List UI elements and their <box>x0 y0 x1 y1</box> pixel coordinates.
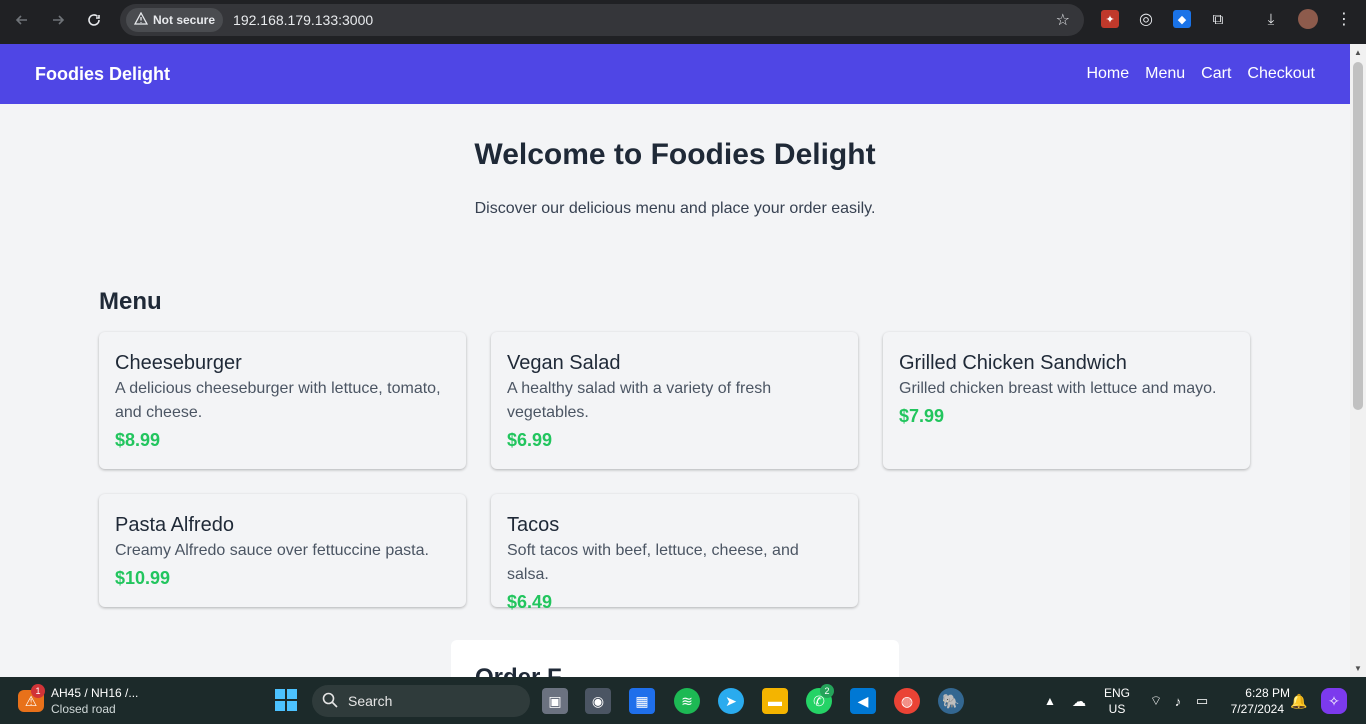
clock-time[interactable]: 6:28 PM <box>1222 685 1290 701</box>
extensions-puzzle-icon[interactable]: ⧉ <box>1209 10 1227 28</box>
scroll-up-icon[interactable]: ▲ <box>1354 48 1362 57</box>
url-text[interactable]: 192.168.179.133:3000 <box>233 12 373 28</box>
main-content: Welcome to Foodies Delight Discover our … <box>0 104 1350 677</box>
menu-item-name: Tacos <box>507 514 560 536</box>
menu-card-vegan-salad[interactable]: Vegan Salad A healthy salad with a varie… <box>491 332 858 469</box>
copilot-icon[interactable]: ✧ <box>1321 688 1347 714</box>
nav-menu-link[interactable]: Menu <box>1145 65 1185 83</box>
traffic-title[interactable]: AH45 / NH16 /... <box>51 685 138 701</box>
extension-target-icon[interactable]: ◎ <box>1137 10 1155 28</box>
nav-checkout-link[interactable]: Checkout <box>1247 65 1315 83</box>
menu-item-price: $7.99 <box>899 406 945 426</box>
menu-item-description: Grilled chicken breast with lettuce and … <box>899 380 1217 397</box>
order-form-title: Order F <box>475 664 875 677</box>
menu-item-name: Pasta Alfredo <box>115 514 234 536</box>
os-taskbar: ⚠ 1 AH45 / NH16 /... Closed road Search … <box>0 677 1366 724</box>
whatsapp-badge: 2 <box>820 684 834 698</box>
postgresql-icon[interactable]: 🐘 <box>938 688 964 714</box>
windows-start-icon[interactable] <box>274 688 298 712</box>
reload-icon[interactable] <box>82 8 106 32</box>
menu-item-name: Cheeseburger <box>115 352 242 374</box>
menu-item-name: Grilled Chicken Sandwich <box>899 352 1127 374</box>
address-bar[interactable]: Not secure 192.168.179.133:3000 ☆ <box>120 4 1084 36</box>
vscode-icon[interactable]: ◀ <box>850 688 876 714</box>
page-scrollbar[interactable]: ▲ ▼ <box>1350 44 1366 677</box>
volume-icon[interactable]: ♪ <box>1165 688 1191 714</box>
language-region: US <box>1108 702 1126 716</box>
hero-subtitle: Discover our delicious menu and place yo… <box>474 200 876 217</box>
menu-item-price: $6.99 <box>507 430 553 450</box>
order-form-panel: Order F <box>451 640 899 677</box>
menu-item-name: Vegan Salad <box>507 352 621 374</box>
task-view-icon[interactable]: ▣ <box>542 688 568 714</box>
scroll-down-icon[interactable]: ▼ <box>1354 664 1362 673</box>
menu-card-cheeseburger[interactable]: Cheeseburger A delicious cheeseburger wi… <box>99 332 466 469</box>
extension-red-icon[interactable]: ✦ <box>1101 10 1119 28</box>
menu-item-description: Soft tacos with beef, lettuce, cheese, a… <box>507 542 799 583</box>
security-indicator[interactable]: Not secure <box>126 8 224 32</box>
forward-arrow-icon[interactable] <box>46 8 70 32</box>
search-label: Search <box>348 693 393 709</box>
onedrive-icon[interactable]: ☁ <box>1066 688 1092 714</box>
clock-date: 7/27/2024 <box>1230 702 1284 716</box>
store-icon[interactable]: ▦ <box>629 688 655 714</box>
battery-icon[interactable]: ▭ <box>1189 688 1215 714</box>
tray-chevron-up-icon[interactable]: ▲ <box>1037 688 1063 714</box>
menu-card-pasta-alfredo[interactable]: Pasta Alfredo Creamy Alfredo sauce over … <box>99 494 466 607</box>
browser-menu-icon[interactable]: ⋮ <box>1335 10 1353 28</box>
menu-item-price: $10.99 <box>115 568 171 588</box>
taskbar-search[interactable]: Search <box>312 685 530 717</box>
site-header: Foodies Delight Home Menu Cart Checkout <box>0 44 1350 104</box>
file-explorer-icon[interactable]: ▬ <box>762 688 788 714</box>
site-nav: Home Menu Cart Checkout <box>1086 65 1315 83</box>
menu-item-price: $8.99 <box>115 430 161 450</box>
telegram-icon[interactable]: ➤ <box>718 688 744 714</box>
menu-heading: Menu <box>99 288 162 315</box>
brand-logo[interactable]: Foodies Delight <box>35 64 170 85</box>
security-label: Not secure <box>153 13 216 27</box>
menu-item-description: A delicious cheeseburger with lettuce, t… <box>115 380 441 421</box>
notification-bell-icon[interactable]: 🔔 <box>1286 688 1312 714</box>
download-icon[interactable]: ⤓ <box>1262 10 1280 28</box>
camera-app-icon[interactable]: ◉ <box>585 688 611 714</box>
weather-badge: 1 <box>31 684 45 698</box>
traffic-status: Closed road <box>51 702 116 716</box>
chrome-icon[interactable]: ◍ <box>894 688 920 714</box>
bookmark-star-icon[interactable]: ☆ <box>1056 10 1070 30</box>
browser-toolbar: Not secure 192.168.179.133:3000 ☆ ✦ ◎ ◆ … <box>0 0 1366 44</box>
menu-item-description: A healthy salad with a variety of fresh … <box>507 380 772 421</box>
menu-card-tacos[interactable]: Tacos Soft tacos with beef, lettuce, che… <box>491 494 858 612</box>
search-icon <box>322 692 338 711</box>
hero-title: Welcome to Foodies Delight <box>474 138 876 171</box>
nav-home-link[interactable]: Home <box>1086 65 1129 83</box>
language-code[interactable]: ENG <box>1101 685 1133 701</box>
scroll-thumb[interactable] <box>1353 62 1363 410</box>
extension-shield-icon[interactable]: ◆ <box>1173 10 1191 28</box>
nav-cart-link[interactable]: Cart <box>1201 65 1231 83</box>
menu-card-grilled-chicken-sandwich[interactable]: Grilled Chicken Sandwich Grilled chicken… <box>883 332 1250 469</box>
menu-item-description: Creamy Alfredo sauce over fettuccine pas… <box>115 542 429 559</box>
spotify-icon[interactable]: ≋ <box>674 688 700 714</box>
profile-avatar[interactable] <box>1298 9 1318 29</box>
warning-icon <box>133 11 149 28</box>
back-arrow-icon[interactable] <box>10 8 34 32</box>
menu-item-price: $6.49 <box>507 592 553 612</box>
